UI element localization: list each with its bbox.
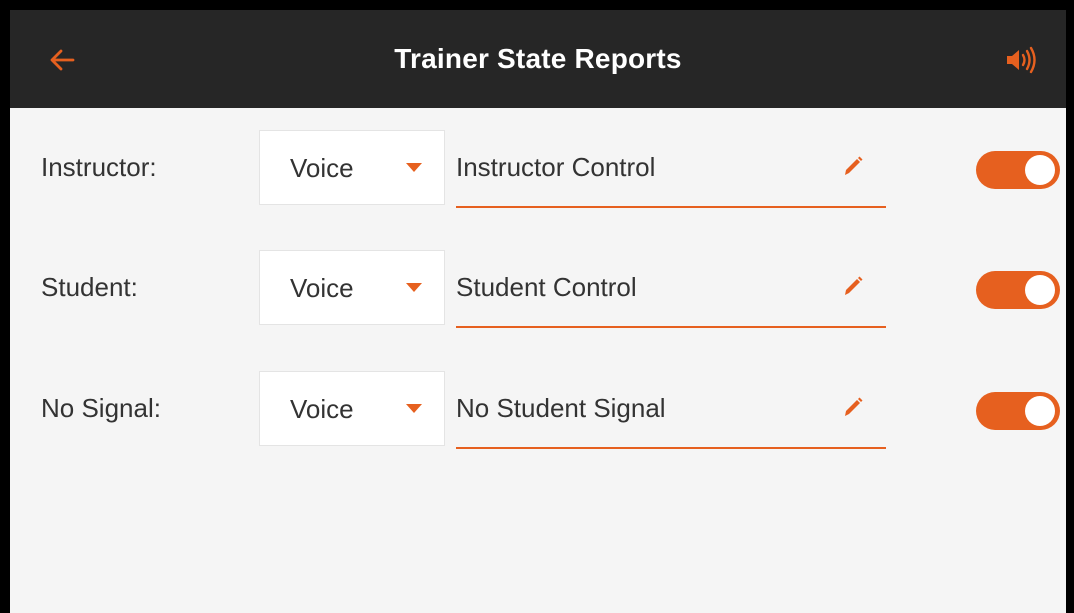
page-title: Trainer State Reports (394, 43, 682, 74)
mode-dropdown[interactable]: Voice (259, 250, 445, 325)
dropdown-value: Voice (290, 273, 354, 303)
enable-toggle[interactable] (976, 271, 1060, 309)
report-row-instructor: Instructor: Voice Instructor Control (10, 130, 1066, 210)
toggle-knob (1025, 396, 1055, 426)
sound-button[interactable] (1000, 40, 1044, 80)
row-label: Instructor: (41, 152, 157, 182)
speaker-icon (1007, 46, 1036, 74)
dropdown-value: Voice (290, 153, 354, 183)
caret-down-icon (406, 283, 422, 292)
toggle-knob (1025, 275, 1055, 305)
report-row-no-signal: No Signal: Voice No Student Signal (10, 371, 1066, 451)
caret-down-icon (406, 163, 422, 172)
header-bar: Trainer State Reports (10, 10, 1066, 108)
row-label: No Signal: (41, 393, 161, 423)
enable-toggle[interactable] (976, 151, 1060, 189)
report-text: Instructor Control (456, 152, 656, 182)
pencil-icon[interactable] (840, 274, 864, 298)
report-row-student: Student: Voice Student Control (10, 250, 1066, 330)
report-text-field[interactable]: Student Control (456, 250, 886, 328)
mode-dropdown[interactable]: Voice (259, 371, 445, 446)
pencil-icon[interactable] (840, 395, 864, 419)
report-text-field[interactable]: Instructor Control (456, 130, 886, 208)
report-text-field[interactable]: No Student Signal (456, 371, 886, 449)
report-text: No Student Signal (456, 393, 666, 423)
enable-toggle[interactable] (976, 392, 1060, 430)
mode-dropdown[interactable]: Voice (259, 130, 445, 205)
pencil-icon[interactable] (840, 154, 864, 178)
row-label: Student: (41, 272, 138, 302)
report-text: Student Control (456, 272, 637, 302)
dropdown-value: Voice (290, 394, 354, 424)
app-screen: Trainer State Reports Instructor: Voice … (10, 10, 1066, 613)
toggle-knob (1025, 155, 1055, 185)
caret-down-icon (406, 404, 422, 413)
